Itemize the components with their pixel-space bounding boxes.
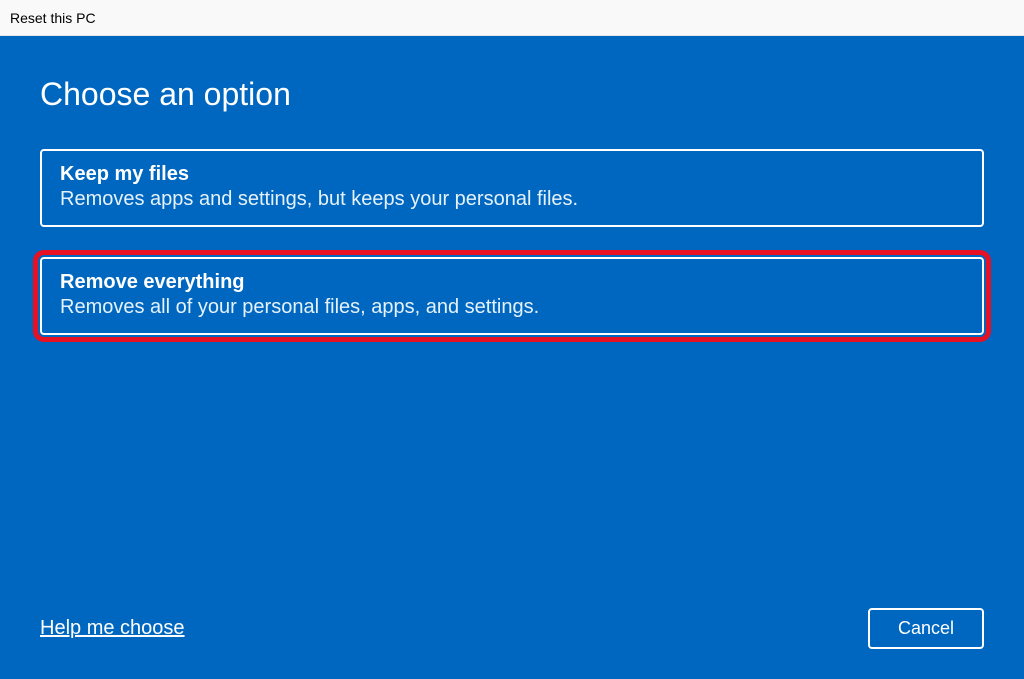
option-description: Removes all of your personal files, apps…	[60, 296, 964, 319]
page-title: Choose an option	[40, 76, 984, 113]
cancel-button[interactable]: Cancel	[868, 608, 984, 649]
help-me-choose-link[interactable]: Help me choose	[40, 617, 185, 640]
option-title: Keep my files	[60, 163, 964, 186]
options-list: Keep my files Removes apps and settings,…	[40, 149, 984, 335]
window-title: Reset this PC	[10, 10, 96, 26]
dialog-footer: Help me choose Cancel	[40, 608, 984, 649]
window-titlebar: Reset this PC	[0, 0, 1024, 36]
option-keep-my-files[interactable]: Keep my files Removes apps and settings,…	[40, 149, 984, 227]
dialog-body: Choose an option Keep my files Removes a…	[0, 36, 1024, 679]
option-remove-everything[interactable]: Remove everything Removes all of your pe…	[40, 257, 984, 335]
option-description: Removes apps and settings, but keeps you…	[60, 188, 964, 211]
option-title: Remove everything	[60, 271, 964, 294]
